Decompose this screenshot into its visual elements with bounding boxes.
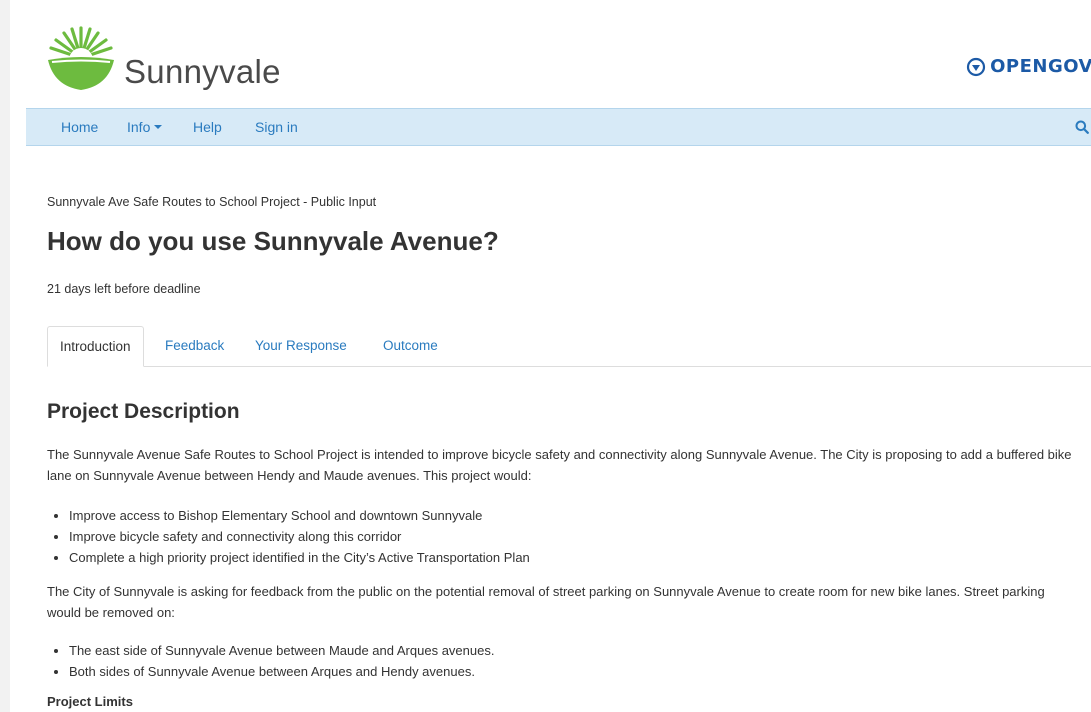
project-limits-heading: Project Limits	[47, 694, 133, 709]
benefits-list: Improve access to Bishop Elementary Scho…	[47, 505, 530, 568]
opengov-label: OPENGOV	[990, 56, 1091, 77]
parking-removal-list: The east side of Sunnyvale Avenue betwee…	[47, 640, 494, 682]
list-item: Improve access to Bishop Elementary Scho…	[69, 505, 530, 526]
page: Sunnyvale OPENGOV Home Info Help Sign in…	[26, 0, 1091, 712]
left-rail	[0, 0, 10, 712]
section-heading: Project Description	[47, 400, 240, 423]
page-title: How do you use Sunnyvale Avenue?	[47, 226, 499, 256]
feedback-paragraph: The City of Sunnyvale is asking for feed…	[47, 584, 1045, 620]
description-paragraph: The Sunnyvale Avenue Safe Routes to Scho…	[47, 447, 1072, 483]
tab-outcome[interactable]: Outcome	[371, 326, 450, 366]
tab-feedback[interactable]: Feedback	[153, 326, 236, 366]
tab-bar: Introduction Feedback Your Response Outc…	[47, 326, 1091, 367]
tab-your-response[interactable]: Your Response	[243, 326, 359, 366]
nav-sign-in[interactable]: Sign in	[255, 119, 298, 135]
breadcrumb: Sunnyvale Ave Safe Routes to School Proj…	[47, 195, 377, 209]
top-navbar: Home Info Help Sign in	[26, 108, 1091, 146]
deadline-status: 21 days left before deadline	[47, 282, 201, 296]
nav-info-label: Info	[127, 119, 151, 135]
list-item: Complete a high priority project identif…	[69, 547, 530, 568]
list-item: Both sides of Sunnyvale Avenue between A…	[69, 661, 494, 682]
sunnyvale-logo-icon[interactable]	[46, 24, 116, 94]
list-item: The east side of Sunnyvale Avenue betwee…	[69, 640, 494, 661]
list-item: Improve bicycle safety and connectivity …	[69, 526, 530, 547]
opengov-circle-icon	[967, 57, 986, 76]
nav-help[interactable]: Help	[193, 119, 222, 135]
caret-down-icon	[154, 125, 163, 129]
brand-name: Sunnyvale	[124, 53, 281, 90]
nav-info-dropdown[interactable]: Info	[127, 119, 163, 135]
search-icon[interactable]	[1075, 120, 1089, 134]
opengov-logo[interactable]: OPENGOV	[966, 56, 1091, 77]
tab-introduction[interactable]: Introduction	[47, 326, 144, 367]
brand-header: Sunnyvale OPENGOV	[26, 0, 1091, 107]
nav-home[interactable]: Home	[61, 119, 98, 135]
